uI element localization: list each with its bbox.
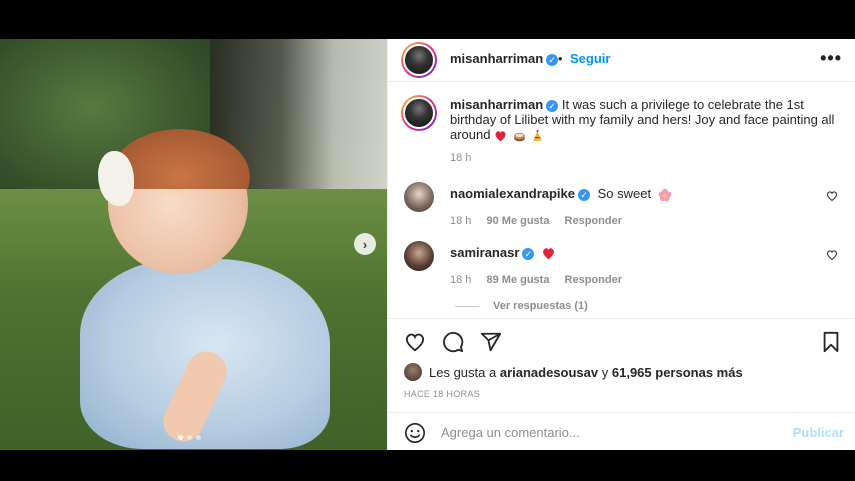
post-timestamp: HACE 18 HORAS [404, 389, 480, 399]
comment-time: 18 h [450, 274, 472, 286]
likes-line: Les gusta a arianadesousav y 61,965 pers… [404, 363, 743, 381]
comment-meta: 18 h 90 Me gusta Responder [450, 215, 634, 227]
carousel-dot-active [178, 435, 183, 440]
comment-icon[interactable] [442, 331, 464, 353]
smile-icon[interactable] [404, 422, 426, 444]
comment-likes[interactable]: 90 Me gusta [486, 215, 549, 227]
caption-text: misanharriman ✓ It was such a privilege t… [450, 97, 840, 142]
comment-username[interactable]: samiranasr [450, 245, 519, 260]
caption-time: 18 h [450, 152, 472, 164]
cake-emoji-icon [513, 132, 525, 141]
comment-username[interactable]: naomialexandrapike [450, 186, 575, 201]
chevron-right-icon[interactable]: › [354, 233, 376, 255]
likes-count[interactable]: 61,965 personas más [612, 365, 743, 380]
verified-icon: ✓ [522, 247, 535, 260]
heart-icon[interactable] [826, 190, 838, 202]
replies-line [455, 305, 479, 307]
reply-button[interactable]: Responder [565, 274, 622, 286]
heart-emoji-icon [495, 130, 506, 141]
comment-text: naomialexandrapike ✓ So sweet [450, 186, 674, 202]
comment-meta: 18 h 89 Me gusta Responder [450, 274, 634, 286]
heart-emoji-icon [543, 248, 554, 260]
comment-text: samiranasr ✓ [450, 245, 558, 260]
comment-likes[interactable]: 89 Me gusta [486, 274, 549, 286]
party-hat-emoji-icon [533, 129, 543, 141]
comment-input[interactable]: Agrega un comentario... [441, 425, 580, 440]
reply-button[interactable]: Responder [565, 215, 622, 227]
comment-body: So sweet [597, 186, 652, 201]
heart-icon[interactable] [404, 331, 426, 353]
verified-icon: ✓ [578, 188, 590, 201]
verified-icon: ✓ [546, 99, 559, 112]
bookmark-icon[interactable] [820, 331, 842, 353]
publish-button[interactable]: Publicar [793, 425, 844, 440]
post-frame: › misanharriman ✓ • Seguir ••• misanharri… [0, 39, 855, 450]
caption-username[interactable]: misanharriman [450, 97, 543, 112]
comment-composer: Agrega un comentario... Publicar [388, 412, 855, 451]
post-photo[interactable]: › [0, 39, 387, 450]
liker-username[interactable]: arianadesousav [500, 365, 598, 380]
comment-avatar[interactable] [404, 182, 434, 212]
author-username[interactable]: misanharriman ✓ [450, 51, 559, 66]
verified-icon: ✓ [546, 53, 559, 66]
more-icon[interactable]: ••• [820, 48, 842, 69]
liker-avatar[interactable] [404, 363, 422, 381]
comment-avatar[interactable] [404, 241, 434, 271]
post-side-panel: misanharriman ✓ • Seguir ••• misanharrima… [387, 39, 855, 450]
author-username-text[interactable]: misanharriman [450, 51, 543, 66]
header-separator: • [558, 51, 563, 66]
comment-time: 18 h [450, 215, 472, 227]
share-icon[interactable] [480, 331, 502, 353]
post-header: misanharriman ✓ • Seguir ••• [388, 39, 855, 82]
action-bar [388, 318, 855, 359]
caption-avatar[interactable] [401, 95, 437, 131]
view-replies-label[interactable]: Ver respuestas (1) [493, 300, 588, 312]
carousel-dot [196, 435, 201, 440]
author-avatar[interactable] [401, 42, 437, 78]
carousel-dots [178, 435, 201, 440]
likes-prefix: Les gusta a [429, 364, 497, 380]
flower-emoji-icon [658, 188, 672, 201]
follow-button[interactable]: Seguir [570, 51, 610, 66]
carousel-dot [187, 435, 192, 440]
heart-icon[interactable] [826, 249, 838, 261]
view-replies-button[interactable]: Ver respuestas (1) [455, 300, 588, 312]
likes-middle: y [601, 364, 609, 380]
